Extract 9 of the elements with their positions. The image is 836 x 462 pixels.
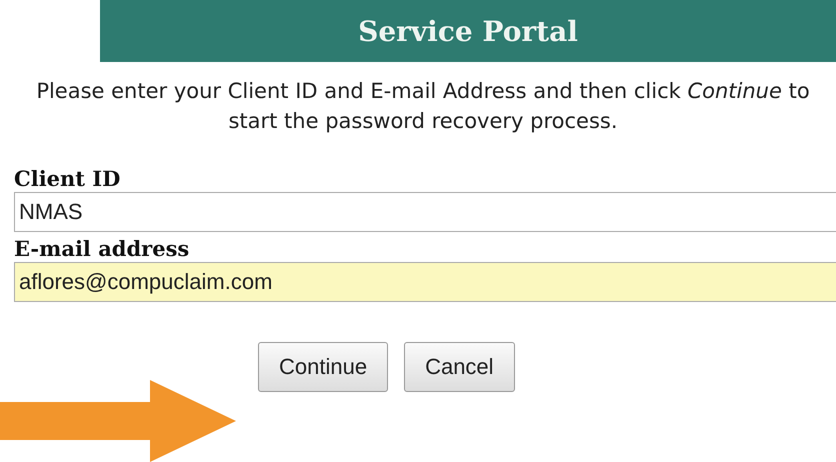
input-field[interactable]: aflores@compuclaim.com xyxy=(14,262,836,302)
input-field[interactable]: NMAS xyxy=(14,192,836,232)
continue-button[interactable]: Continue xyxy=(258,342,388,392)
arrow-icon xyxy=(0,380,236,462)
instructions-text: Please enter your Client ID and E-mail Address and then click Continue to start the password recovery process. xyxy=(35,78,811,135)
cancel-button[interactable]: Cancel xyxy=(404,342,515,392)
field-label: E-mail address xyxy=(14,236,190,262)
portal-title: Service Portal xyxy=(358,14,578,48)
field-label: Client ID xyxy=(14,166,122,192)
